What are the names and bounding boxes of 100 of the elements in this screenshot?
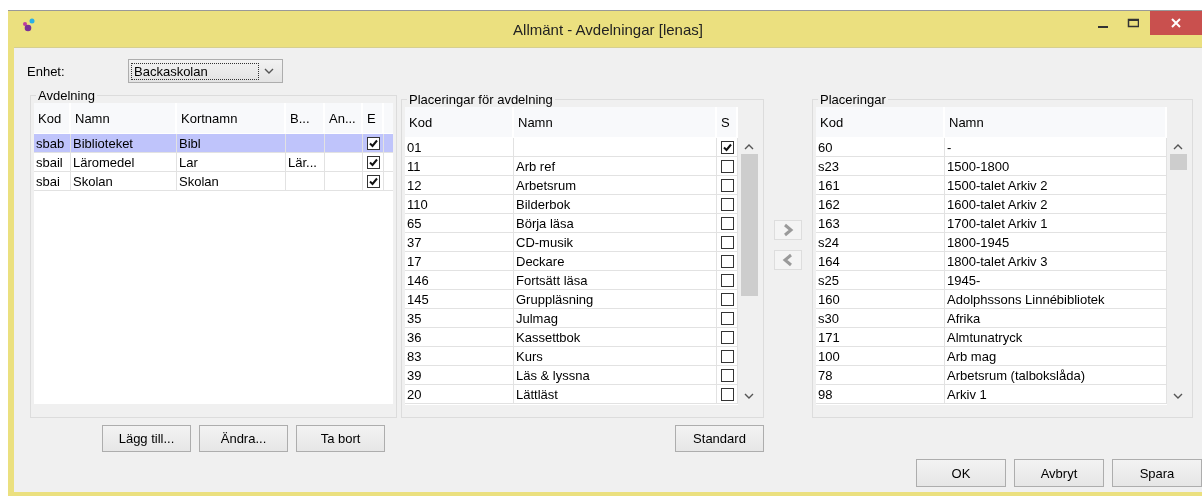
chevron-down-icon — [1173, 393, 1183, 399]
checkbox[interactable] — [366, 136, 380, 150]
action-button[interactable]: Lägg till... — [102, 425, 191, 452]
column-header[interactable]: Namn — [945, 107, 1167, 137]
chevron-up-icon — [744, 144, 754, 150]
table-cell: Läs & lyssna — [514, 366, 717, 384]
table-cell: 1500-talet Arkiv 2 — [945, 176, 1167, 194]
checkbox[interactable] — [720, 254, 734, 268]
checkbox[interactable] — [720, 216, 734, 230]
checkbox[interactable] — [720, 368, 734, 382]
checkbox[interactable] — [720, 140, 734, 154]
table-cell: Skolan — [71, 172, 177, 190]
table-cell: Biblioteket — [71, 134, 177, 152]
checkbox[interactable] — [720, 178, 734, 192]
table-cell: CD-musik — [514, 233, 717, 251]
table-row[interactable]: sbab Biblioteket Bibl — [34, 134, 393, 153]
table-cell: 12 — [405, 176, 514, 194]
table-cell: 162 — [816, 195, 945, 213]
table-cell: 100 — [816, 347, 945, 365]
checkbox[interactable] — [720, 197, 734, 211]
table-cell: 98 — [816, 385, 945, 403]
unit-label: Enhet: — [27, 63, 66, 79]
table-cell: Skolan — [177, 172, 286, 190]
table-cell: Arbetsrum (talbokslåda) — [945, 366, 1167, 384]
table-cell: Lättläst — [514, 385, 717, 403]
action-button[interactable]: Ändra... — [199, 425, 288, 452]
table-cell: 17 — [405, 252, 514, 270]
chevron-down-icon — [744, 393, 754, 399]
dialog-button[interactable]: Spara — [1112, 459, 1202, 487]
maximize-icon — [1127, 18, 1139, 28]
close-button[interactable] — [1150, 11, 1202, 35]
table-cell: Afrika — [945, 309, 1167, 327]
table-cell: 11 — [405, 157, 514, 175]
action-button[interactable]: Ta bort — [296, 425, 385, 452]
chevron-left-icon — [782, 253, 794, 267]
table-cell: Lär... — [286, 153, 325, 171]
checkbox[interactable] — [366, 174, 380, 188]
checkbox[interactable] — [366, 155, 380, 169]
table-cell: Kurs — [514, 347, 717, 365]
table-cell: s25 — [816, 271, 945, 289]
table-cell: 145 — [405, 290, 514, 308]
table-cell: s30 — [816, 309, 945, 327]
checkbox[interactable] — [720, 349, 734, 363]
table-cell: Börja läsa — [514, 214, 717, 232]
table-cell: 20 — [405, 385, 514, 403]
table-row[interactable]: sbail Läromedel Lar Lär... — [34, 153, 393, 172]
scroll-thumb[interactable] — [740, 154, 758, 296]
checkbox[interactable] — [720, 387, 734, 401]
table-cell: 160 — [816, 290, 945, 308]
close-icon — [1170, 17, 1182, 29]
table-cell: 39 — [405, 366, 514, 384]
checkbox[interactable] — [720, 273, 734, 287]
checkbox[interactable] — [720, 292, 734, 306]
table-cell: 83 — [405, 347, 514, 365]
scroll-thumb[interactable] — [1169, 154, 1187, 170]
remove-button[interactable] — [774, 250, 802, 270]
table-cell: 65 — [405, 214, 514, 232]
table-cell: Arb mag — [945, 347, 1167, 365]
app-logo-icon — [22, 18, 36, 32]
add-button[interactable] — [774, 220, 802, 240]
checkbox[interactable] — [720, 330, 734, 344]
chevron-down-icon — [264, 68, 274, 74]
column-header[interactable]: Kod — [816, 107, 945, 137]
table-cell: Bilderbok — [514, 195, 717, 213]
table-cell: s24 — [816, 233, 945, 251]
column-header[interactable]: Kod — [405, 107, 514, 137]
table-cell: - — [945, 138, 1167, 156]
table-cell: 01 — [405, 138, 514, 156]
table-cell: Gruppläsning — [514, 290, 717, 308]
table-cell: 161 — [816, 176, 945, 194]
window-title: Allmänt - Avdelningar [lenas] — [512, 21, 704, 38]
table-cell: sbai — [34, 172, 71, 190]
table-cell: 110 — [405, 195, 514, 213]
unit-dropdown[interactable]: Backaskolan — [128, 59, 283, 83]
checkbox[interactable] — [720, 159, 734, 173]
table-cell: 36 — [405, 328, 514, 346]
table-cell: Deckare — [514, 252, 717, 270]
dialog-button[interactable]: Avbryt — [1014, 459, 1104, 487]
table-cell: 1800-talet Arkiv 3 — [945, 252, 1167, 270]
table-cell: 35 — [405, 309, 514, 327]
table-cell: 1700-talet Arkiv 1 — [945, 214, 1167, 232]
standard-button[interactable]: Standard — [675, 425, 764, 452]
table-cell: sbail — [34, 153, 71, 171]
column-header[interactable]: Namn — [514, 107, 717, 137]
dialog-button[interactable]: OK — [916, 459, 1006, 487]
table-cell: 78 — [816, 366, 945, 384]
table-cell: 1600-talet Arkiv 2 — [945, 195, 1167, 213]
table-cell: s23 — [816, 157, 945, 175]
table-cell: 164 — [816, 252, 945, 270]
table-row[interactable]: sbai Skolan Skolan — [34, 172, 393, 191]
table-cell: 171 — [816, 328, 945, 346]
table-cell: Julmag — [514, 309, 717, 327]
checkbox[interactable] — [720, 235, 734, 249]
table-cell: Arb ref — [514, 157, 717, 175]
checkbox[interactable] — [720, 311, 734, 325]
table-cell: Almtunatryck — [945, 328, 1167, 346]
group-title: Avdelning — [37, 88, 96, 103]
column-header[interactable]: S — [717, 107, 738, 137]
table-cell: 1800-1945 — [945, 233, 1167, 251]
table-cell: Fortsätt läsa — [514, 271, 717, 289]
